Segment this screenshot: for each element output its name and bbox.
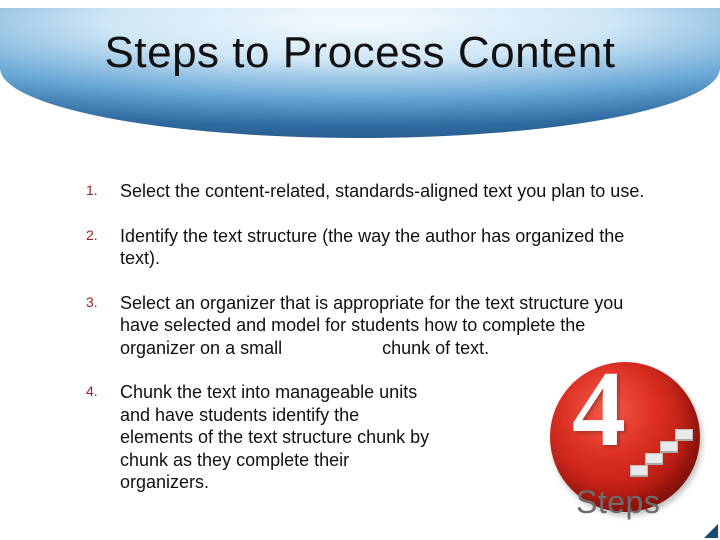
list-item: 1. Select the content-related, standards… (86, 180, 646, 203)
list-item: 2. Identify the text structure (the way … (86, 225, 646, 270)
item-text: Select the content-related, standards-al… (120, 180, 644, 203)
item-text: Select an organizer that is appropriate … (120, 292, 646, 360)
slide: Steps to Process Content 1. Select the c… (0, 0, 720, 540)
corner-accent-icon (704, 524, 718, 538)
item-number: 4. (86, 381, 120, 399)
badge-label: Steps (576, 484, 660, 521)
list-item: 3. Select an organizer that is appropria… (86, 292, 646, 360)
item-number: 1. (86, 180, 120, 198)
badge-number: 4 (572, 356, 626, 464)
slide-title: Steps to Process Content (0, 28, 720, 78)
four-steps-badge: 4 Steps (542, 362, 702, 522)
item-number: 2. (86, 225, 120, 243)
item-text: Identify the text structure (the way the… (120, 225, 646, 270)
item-text: Chunk the text into manageable units and… (120, 381, 430, 494)
item-number: 3. (86, 292, 120, 310)
